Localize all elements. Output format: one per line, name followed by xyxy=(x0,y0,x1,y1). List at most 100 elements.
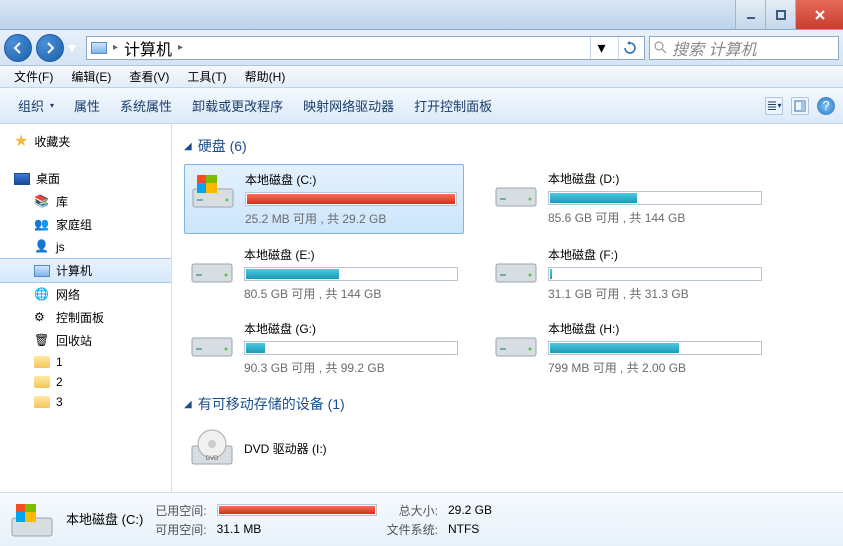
menu-bar: 文件(F)编辑(E)查看(V)工具(T)帮助(H) xyxy=(0,66,843,88)
drive-item[interactable]: 本地磁盘 (C:) 25.2 MB 可用 , 共 29.2 GB xyxy=(184,164,464,234)
hdd-section-header[interactable]: ◢硬盘 (6) xyxy=(184,136,831,156)
dvd-icon: DVD xyxy=(190,428,234,468)
removable-section-label: 有可移动存储的设备 (1) xyxy=(198,394,345,414)
search-input[interactable]: 搜索 计算机 xyxy=(649,36,839,60)
menu-文件(F)[interactable]: 文件(F) xyxy=(6,66,61,87)
control-icon: ⚙ xyxy=(34,310,50,326)
address-bar[interactable]: ▸ 计算机 ▸ ▾ xyxy=(86,36,645,60)
removable-section-header[interactable]: ◢有可移动存储的设备 (1) xyxy=(184,394,831,414)
drive-name: 本地磁盘 (F:) xyxy=(548,246,762,263)
details-title: 本地磁盘 (C:) xyxy=(66,509,143,528)
hdd-section-label: 硬盘 (6) xyxy=(198,136,247,156)
command-bar: 组织属性系统属性卸载或更改程序映射网络驱动器打开控制面板 ≣▾ ? xyxy=(0,88,843,124)
cmd-系统属性[interactable]: 系统属性 xyxy=(110,92,182,119)
close-button[interactable] xyxy=(795,0,843,29)
drive-item[interactable]: 本地磁盘 (D:)85.6 GB 可用 , 共 144 GB xyxy=(488,164,768,234)
history-dropdown-icon[interactable]: ▾ xyxy=(68,38,82,58)
folder-icon xyxy=(34,376,50,388)
drive-name: 本地磁盘 (C:) xyxy=(245,171,457,188)
hdd-icon xyxy=(494,320,538,360)
drive-name: 本地磁盘 (H:) xyxy=(548,320,762,337)
hdd-icon xyxy=(191,171,235,211)
drive-usage-bar xyxy=(244,267,458,281)
drive-stats: 31.1 GB 可用 , 共 31.3 GB xyxy=(548,285,762,302)
sidebar-item-3[interactable]: 3 xyxy=(0,392,171,412)
menu-编辑(E)[interactable]: 编辑(E) xyxy=(63,66,119,87)
search-placeholder: 搜索 计算机 xyxy=(672,36,756,60)
sidebar-item-回收站[interactable]: 🗑 回收站 xyxy=(0,329,171,352)
sidebar-item-label: 控制面板 xyxy=(56,309,104,326)
view-options-button[interactable]: ≣▾ xyxy=(765,97,783,115)
address-path: 计算机 xyxy=(124,36,172,60)
forward-button[interactable] xyxy=(36,34,64,62)
homegroup-icon: 👥 xyxy=(34,217,50,233)
address-dropdown-icon[interactable]: ▾ xyxy=(590,37,612,59)
refresh-button[interactable] xyxy=(618,37,640,59)
sidebar-item-控制面板[interactable]: ⚙ 控制面板 xyxy=(0,306,171,329)
cmd-属性[interactable]: 属性 xyxy=(64,92,110,119)
recycle-icon: 🗑 xyxy=(34,333,50,349)
drive-item[interactable]: 本地磁盘 (E:) 80.5 GB 可用 , 共 144 GB xyxy=(184,240,464,308)
sidebar-item-label: 3 xyxy=(56,395,63,409)
dvd-drive-item[interactable]: DVD DVD 驱动器 (I:) xyxy=(184,422,831,474)
user-icon: 👤 xyxy=(34,239,50,255)
back-button[interactable] xyxy=(4,34,32,62)
drive-usage-bar xyxy=(245,192,457,206)
cmd-组织[interactable]: 组织 xyxy=(8,92,64,119)
preview-pane-button[interactable] xyxy=(791,97,809,115)
drive-usage-bar xyxy=(244,341,458,355)
drive-usage-bar xyxy=(548,191,762,205)
filesystem-label: 文件系统: xyxy=(387,521,438,538)
used-space-label: 已用空间: xyxy=(155,502,206,519)
sidebar-item-js[interactable]: 👤js xyxy=(0,236,171,258)
drive-stats: 90.3 GB 可用 , 共 99.2 GB xyxy=(244,359,458,376)
sidebar-item-计算机[interactable]: 计算机 xyxy=(0,258,171,283)
folder-icon xyxy=(34,356,50,368)
svg-text:DVD: DVD xyxy=(206,456,219,462)
navigation-bar: ▾ ▸ 计算机 ▸ ▾ 搜索 计算机 xyxy=(0,30,843,66)
sidebar-item-label: 回收站 xyxy=(56,332,92,349)
menu-帮助(H)[interactable]: 帮助(H) xyxy=(237,66,294,87)
desktop-group[interactable]: 桌面 xyxy=(0,167,171,190)
free-space-label: 可用空间: xyxy=(155,521,206,538)
favorites-label: 收藏夹 xyxy=(34,133,70,150)
sidebar-item-label: 库 xyxy=(56,193,68,210)
sidebar-item-label: 计算机 xyxy=(56,262,92,279)
drive-item[interactable]: 本地磁盘 (F:) 31.1 GB 可用 , 共 31.3 GB xyxy=(488,240,768,308)
drive-item[interactable]: 本地磁盘 (H:) 799 MB 可用 , 共 2.00 GB xyxy=(488,314,768,382)
sidebar-item-label: 1 xyxy=(56,355,63,369)
maximize-button[interactable] xyxy=(765,0,795,29)
drive-name: 本地磁盘 (G:) xyxy=(244,320,458,337)
drive-name: 本地磁盘 (E:) xyxy=(244,246,458,263)
favorites-group[interactable]: ★收藏夹 xyxy=(0,130,171,153)
menu-查看(V)[interactable]: 查看(V) xyxy=(121,66,177,87)
sidebar-item-库[interactable]: 📚库 xyxy=(0,190,171,213)
sidebar-item-label: 网络 xyxy=(56,286,80,303)
drive-stats: 25.2 MB 可用 , 共 29.2 GB xyxy=(245,210,457,227)
menu-工具(T)[interactable]: 工具(T) xyxy=(179,66,234,87)
search-icon xyxy=(654,41,668,55)
drive-item[interactable]: 本地磁盘 (G:) 90.3 GB 可用 , 共 99.2 GB xyxy=(184,314,464,382)
sidebar-item-1[interactable]: 1 xyxy=(0,352,171,372)
cmd-打开控制面板[interactable]: 打开控制面板 xyxy=(404,92,502,119)
total-size-label: 总大小: xyxy=(387,502,438,519)
total-size-value: 29.2 GB xyxy=(448,503,492,517)
hdd-icon xyxy=(190,246,234,286)
minimize-button[interactable] xyxy=(735,0,765,29)
sidebar-item-2[interactable]: 2 xyxy=(0,372,171,392)
dvd-drive-label: DVD 驱动器 (I:) xyxy=(244,440,327,457)
sidebar-item-家庭组[interactable]: 👥家庭组 xyxy=(0,213,171,236)
desktop-icon xyxy=(14,173,30,185)
sidebar-item-label: 2 xyxy=(56,375,63,389)
drive-usage-bar xyxy=(548,267,762,281)
filesystem-value: NTFS xyxy=(448,522,492,536)
free-space-value: 31.1 MB xyxy=(217,522,377,536)
cmd-映射网络驱动器[interactable]: 映射网络驱动器 xyxy=(293,92,404,119)
navigation-pane: ★收藏夹 桌面 📚库👥家庭组👤js 计算机 🌐网络 ⚙ 控制面板 🗑 回收站 1 2 3 xyxy=(0,124,172,492)
drive-stats: 799 MB 可用 , 共 2.00 GB xyxy=(548,359,762,376)
drive-stats: 80.5 GB 可用 , 共 144 GB xyxy=(244,285,458,302)
help-button[interactable]: ? xyxy=(817,97,835,115)
cmd-卸载或更改程序[interactable]: 卸载或更改程序 xyxy=(182,92,293,119)
content-pane: ◢硬盘 (6) 本地磁盘 (C:)25.2 MB 可用 , 共 29.2 GB … xyxy=(172,124,843,492)
sidebar-item-网络[interactable]: 🌐网络 xyxy=(0,283,171,306)
